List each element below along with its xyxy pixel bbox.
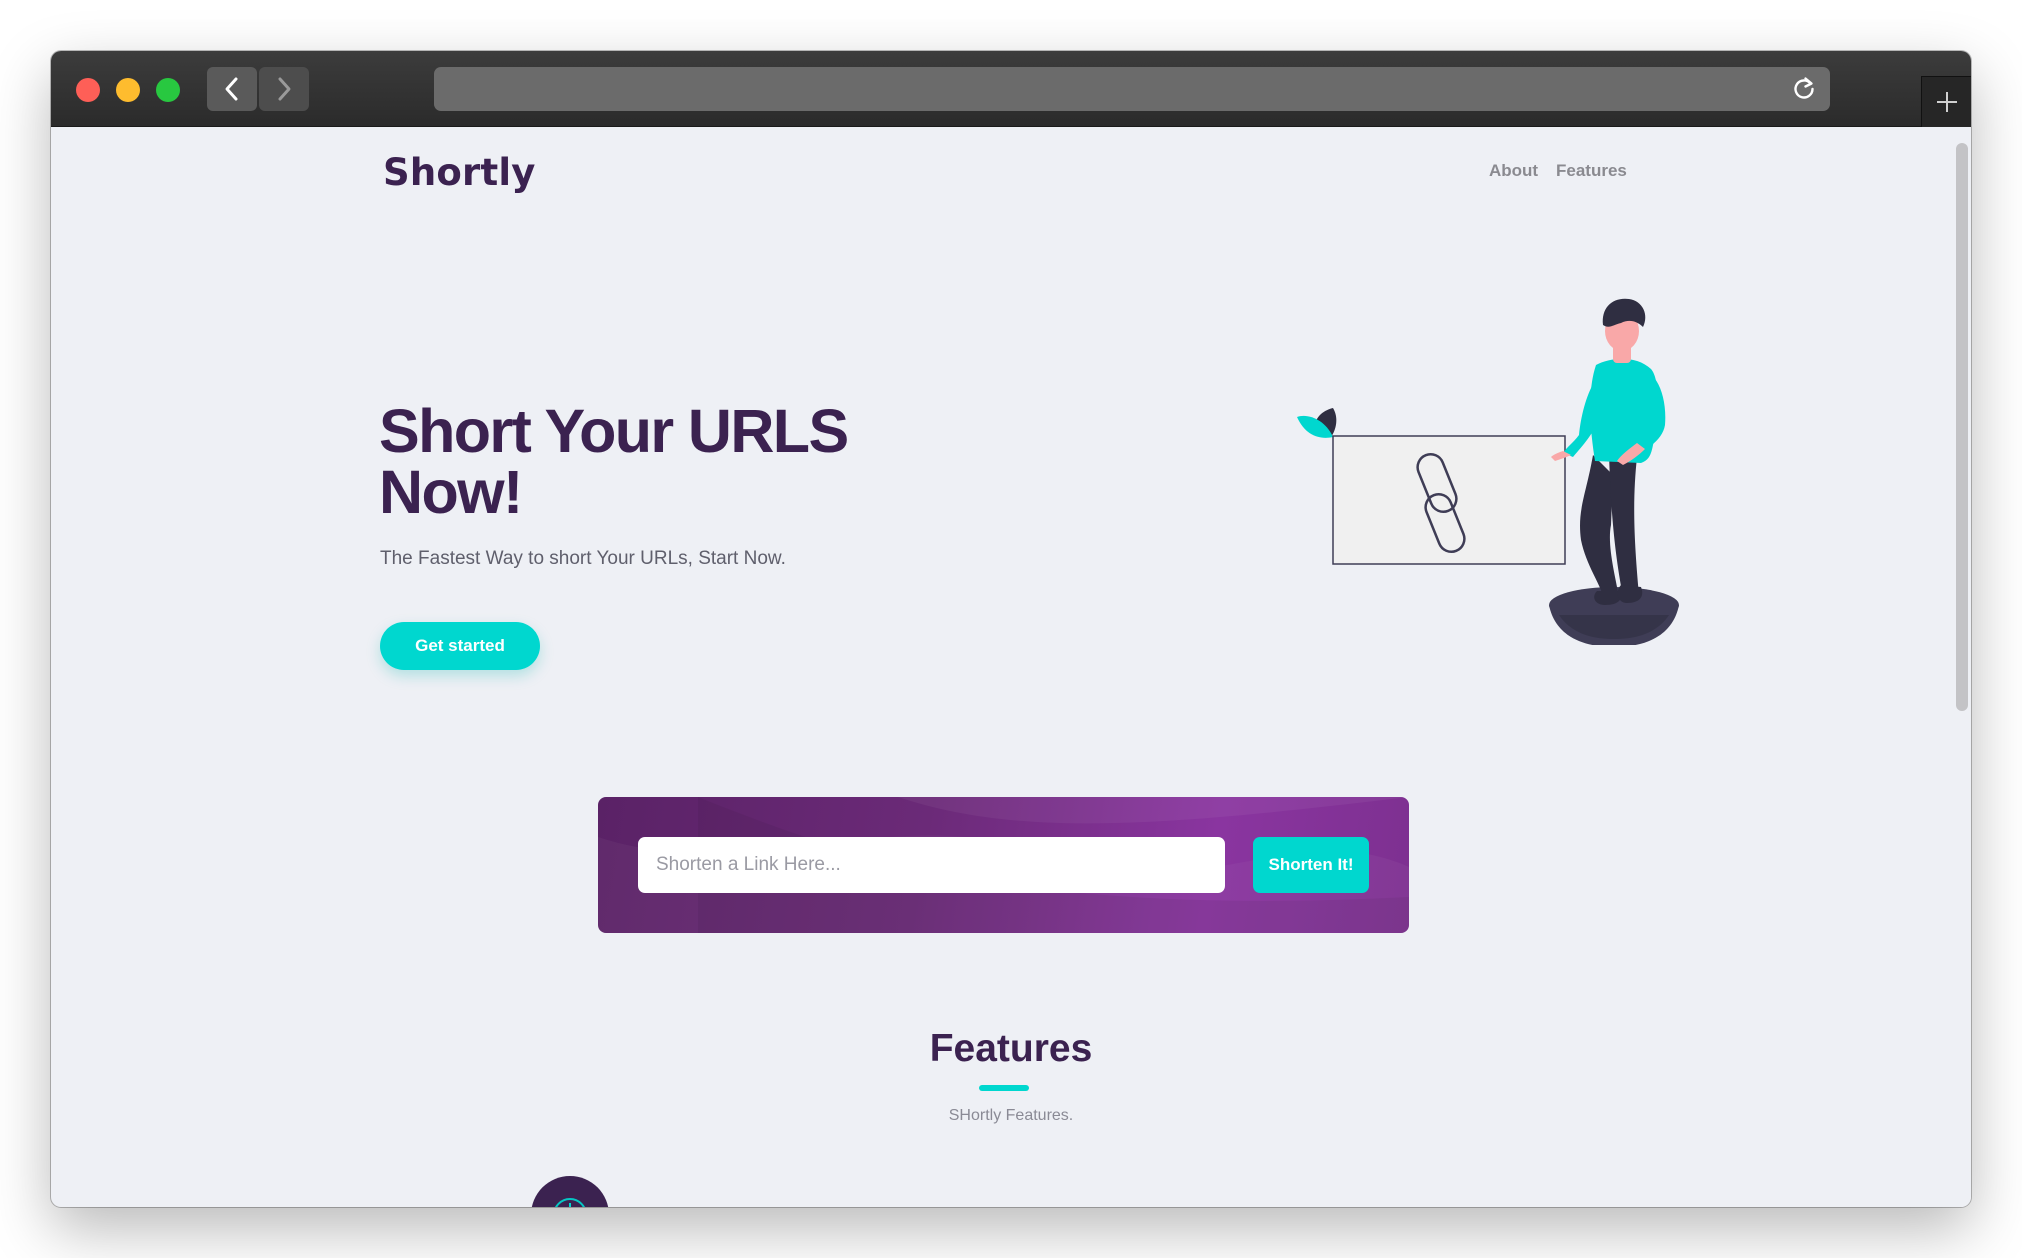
browser-toolbar xyxy=(51,51,1971,127)
features-heading: Features xyxy=(929,1027,1093,1070)
gauge-icon xyxy=(555,1198,585,1207)
chevron-right-icon xyxy=(278,77,291,101)
get-started-button[interactable]: Get started xyxy=(380,622,540,670)
shorten-panel: Shorten It! xyxy=(598,797,1409,933)
shorten-link-input[interactable] xyxy=(638,837,1225,893)
plus-icon xyxy=(1936,92,1957,112)
back-button[interactable] xyxy=(207,67,257,111)
scrollbar-thumb[interactable] xyxy=(1956,143,1968,711)
close-window-button[interactable] xyxy=(76,78,100,102)
maximize-window-button[interactable] xyxy=(156,78,180,102)
nav-link-features[interactable]: Features xyxy=(1556,161,1627,181)
reload-icon[interactable] xyxy=(1790,75,1818,103)
features-subtitle: SHortly Features. xyxy=(948,1107,1074,1124)
minimize-window-button[interactable] xyxy=(116,78,140,102)
hero-subtitle: The Fastest Way to short Your URLs, Star… xyxy=(380,548,786,569)
hero-title: Short Your URLS Now! xyxy=(379,397,849,526)
forward-button[interactable] xyxy=(259,67,309,111)
person-with-link-illustration xyxy=(1297,298,1679,645)
feature-icon-circle xyxy=(531,1176,609,1207)
new-tab-button[interactable] xyxy=(1921,76,1971,127)
browser-window: Shortly About Features Short Your URLS N… xyxy=(51,51,1971,1207)
site-logo[interactable]: Shortly xyxy=(383,151,536,194)
heading-underline xyxy=(979,1085,1029,1091)
chevron-left-icon xyxy=(225,77,238,101)
address-bar[interactable] xyxy=(434,67,1830,111)
page-scrollbar[interactable] xyxy=(1953,127,1971,1207)
nav-link-about[interactable]: About xyxy=(1489,161,1538,181)
page-viewport: Shortly About Features Short Your URLS N… xyxy=(51,127,1971,1207)
shorten-it-button[interactable]: Shorten It! xyxy=(1253,837,1369,893)
